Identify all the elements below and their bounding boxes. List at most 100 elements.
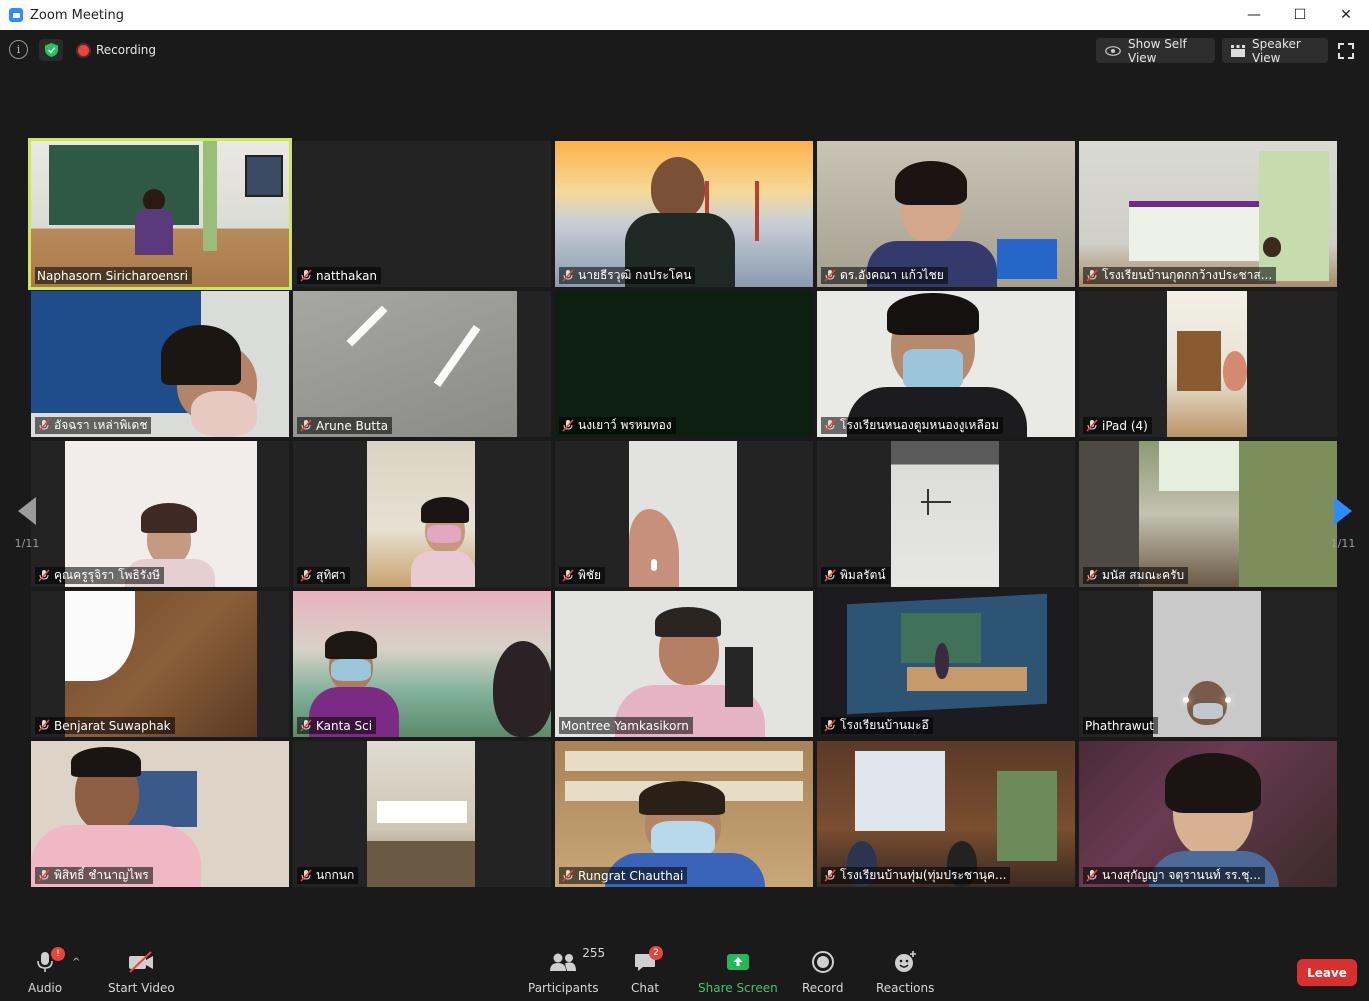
- page-indicator-right: 1/11: [1330, 537, 1356, 550]
- participant-name: Kanta Sci: [316, 718, 373, 733]
- video-tile[interactable]: Benjarat Suwaphak: [31, 591, 289, 737]
- smiley-icon: [892, 948, 918, 976]
- share-screen-button[interactable]: Share Screen: [698, 948, 778, 995]
- security-shield-icon[interactable]: [39, 39, 63, 61]
- recording-label: Recording: [96, 43, 157, 57]
- participant-name-tag: Montree Yamkasikorn: [559, 717, 693, 734]
- window-title: Zoom Meeting: [30, 7, 125, 23]
- video-tile[interactable]: นกกนก: [293, 741, 551, 887]
- participant-name-tag: โรงเรียนหนองตูมหนองงูเหลือม: [821, 417, 1003, 434]
- window-titlebar: Zoom Meeting — ☐ ✕: [0, 0, 1369, 30]
- muted-mic-icon: [823, 719, 837, 733]
- participant-name-tag: นกกนก: [297, 867, 359, 884]
- video-tile[interactable]: Arune Butta: [293, 291, 551, 437]
- participant-name-tag: Rungrat Chauthai: [559, 867, 688, 884]
- video-tile[interactable]: สุทิศา: [293, 441, 551, 587]
- video-tile[interactable]: มนัส สมณะครับ: [1079, 441, 1337, 587]
- video-tile[interactable]: นางสุกัญญา จตุรานนท์ รร.ชุ...: [1079, 741, 1337, 887]
- audio-warning-badge: !: [51, 947, 66, 961]
- video-tile[interactable]: Phathrawut: [1079, 591, 1337, 737]
- participant-name-tag: พิสิทธิ์ ชำนาญไพร: [35, 867, 153, 884]
- chat-unread-badge: 2: [649, 946, 664, 960]
- video-feed: [1167, 291, 1247, 437]
- muted-mic-icon: [1085, 269, 1099, 283]
- muted-mic-icon: [561, 569, 575, 583]
- participant-name: สุทิศา: [316, 568, 346, 582]
- video-tile[interactable]: โรงเรียนบ้านทุ่ม(ทุ่มประชานุค...: [817, 741, 1075, 887]
- video-tile[interactable]: อัจฉรา เหล่าพิเดช: [31, 291, 289, 437]
- muted-mic-icon: [823, 419, 837, 433]
- participant-name-tag: iPad (4): [1083, 417, 1152, 434]
- show-self-view-button[interactable]: Show Self View: [1096, 36, 1215, 65]
- previous-page-button[interactable]: 1/11: [10, 497, 44, 550]
- audio-label: Audio: [28, 981, 63, 995]
- participant-name: นงเยาว์ พรหมทอง: [578, 418, 672, 432]
- close-button[interactable]: ✕: [1323, 0, 1369, 30]
- leave-button[interactable]: Leave: [1297, 959, 1357, 986]
- reactions-button[interactable]: Reactions: [876, 948, 934, 995]
- recording-indicator[interactable]: Recording: [72, 39, 162, 61]
- video-tile[interactable]: นงเยาว์ พรหมทอง: [555, 291, 813, 437]
- record-button[interactable]: Record: [802, 948, 843, 995]
- share-screen-label: Share Screen: [698, 981, 778, 995]
- meeting-info-icon[interactable]: i: [9, 40, 28, 59]
- participant-name-tag: พิมลรัตน์: [821, 567, 890, 584]
- fullscreen-icon[interactable]: [1338, 43, 1354, 59]
- video-tile[interactable]: คุณครูรุจิรา โพธิรังษี: [31, 441, 289, 587]
- muted-mic-icon: [561, 419, 575, 433]
- participant-name-tag: อัจฉรา เหล่าพิเดช: [35, 417, 152, 434]
- audio-options-chevron-icon[interactable]: ^: [72, 957, 80, 968]
- video-tile[interactable]: นายธีรวุฒิ กงประโคน: [555, 141, 813, 287]
- participant-name-tag: นายธีรวุฒิ กงประโคน: [559, 267, 696, 284]
- participant-name-tag: คุณครูรุจิรา โพธิรังษี: [35, 567, 165, 584]
- record-label: Record: [802, 981, 844, 995]
- chat-button[interactable]: 2 Chat: [631, 946, 664, 995]
- participant-name: พิมลรัตน์: [840, 568, 886, 582]
- muted-mic-icon: [823, 569, 837, 583]
- video-tile[interactable]: พิมลรัตน์: [817, 441, 1075, 587]
- meeting-toolbar: [0, 940, 1369, 1001]
- muted-mic-icon: [561, 269, 575, 283]
- video-tile[interactable]: Kanta Sci: [293, 591, 551, 737]
- reactions-label: Reactions: [876, 981, 935, 995]
- participant-name: มนัส สมณะครับ: [1102, 568, 1185, 582]
- participant-name: พิชัย: [578, 568, 602, 582]
- participant-name-tag: Kanta Sci: [297, 717, 377, 734]
- audio-button[interactable]: ! Audio: [28, 947, 66, 995]
- muted-mic-icon: [299, 569, 313, 583]
- video-tile[interactable]: พิชัย: [555, 441, 813, 587]
- participants-button[interactable]: 255 Participants: [528, 946, 605, 995]
- participant-name: โรงเรียนหนองตูมหนองงูเหลือม: [840, 418, 999, 432]
- zoom-app-icon: [9, 8, 23, 22]
- participants-icon: 255: [548, 946, 605, 976]
- muted-mic-icon: [299, 719, 313, 733]
- video-tile[interactable]: โรงเรียนบ้านมะอึ: [817, 591, 1075, 737]
- video-tile[interactable]: ดร.อังคณา แก้วไชย: [817, 141, 1075, 287]
- show-self-view-label: Show Self View: [1128, 36, 1187, 65]
- video-tile[interactable]: โรงเรียนหนองตูมหนองงูเหลือม: [817, 291, 1075, 437]
- start-video-label: Start Video: [108, 981, 175, 995]
- participant-name-tag: นางสุกัญญา จตุรานนท์ รร.ชุ...: [1083, 867, 1265, 884]
- video-tile[interactable]: iPad (4): [1079, 291, 1337, 437]
- next-page-button[interactable]: 1/11: [1326, 497, 1360, 550]
- video-feed: [629, 441, 737, 587]
- video-tile[interactable]: natthakan: [293, 141, 551, 287]
- participant-name: นายธีรวุฒิ กงประโคน: [578, 268, 692, 282]
- speaker-view-icon: [1231, 44, 1245, 57]
- video-tile[interactable]: Naphasorn Siricharoensri: [28, 138, 292, 290]
- muted-mic-icon: [1085, 569, 1099, 583]
- participant-name: Montree Yamkasikorn: [561, 718, 689, 733]
- video-tile[interactable]: Montree Yamkasikorn: [555, 591, 813, 737]
- video-feed: [1153, 591, 1261, 737]
- video-tile[interactable]: พิสิทธิ์ ชำนาญไพร: [31, 741, 289, 887]
- participant-name: Naphasorn Siricharoensri: [37, 268, 188, 283]
- minimize-button[interactable]: —: [1231, 0, 1277, 30]
- start-video-button[interactable]: Start Video: [108, 948, 175, 995]
- speaker-view-button[interactable]: Speaker View: [1222, 37, 1328, 65]
- maximize-button[interactable]: ☐: [1277, 0, 1323, 30]
- participant-name: Benjarat Suwaphak: [54, 718, 171, 733]
- video-tile[interactable]: โรงเรียนบ้านกุดกกว้างประชาส...: [1079, 141, 1337, 287]
- video-feed: [555, 591, 813, 737]
- arrow-right-icon: [1334, 497, 1352, 525]
- video-tile[interactable]: Rungrat Chauthai: [555, 741, 813, 887]
